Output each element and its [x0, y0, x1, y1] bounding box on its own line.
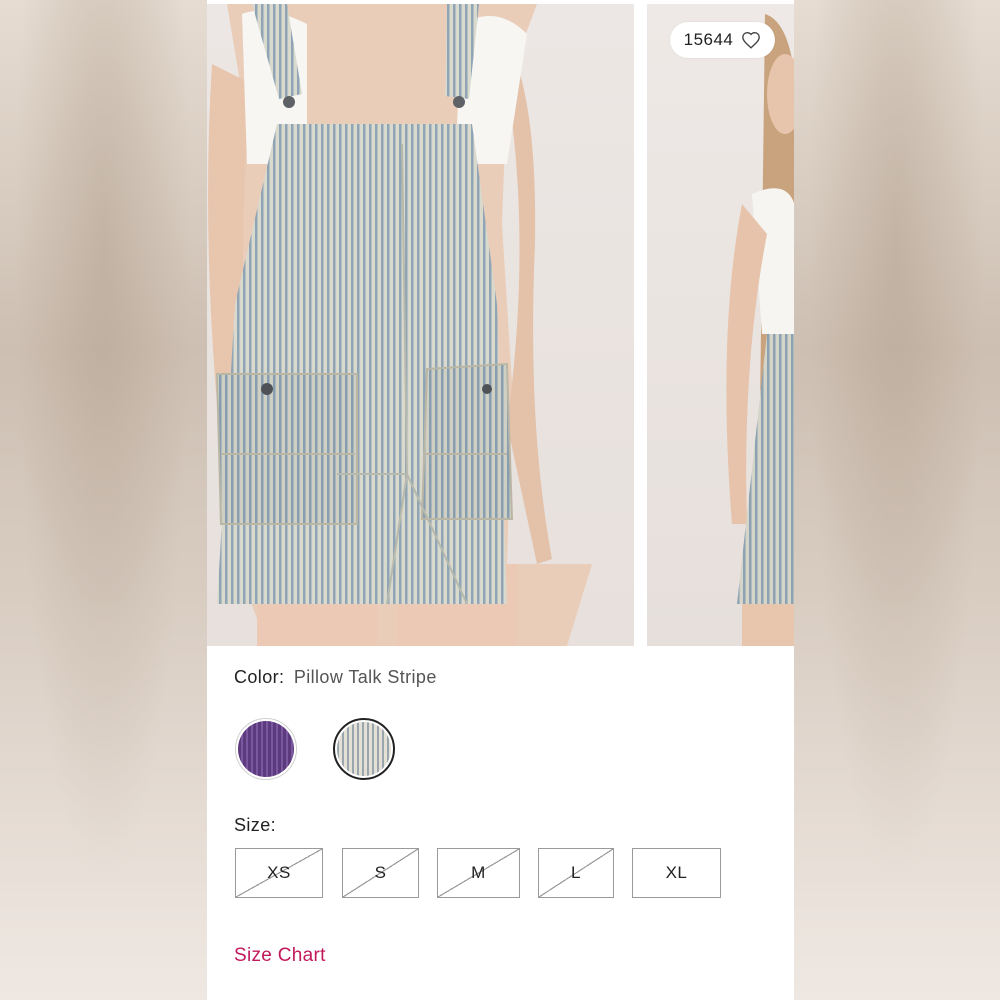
color-selector-label: Color: Pillow Talk Stripe — [234, 667, 437, 688]
color-swatch-pillow-talk-stripe[interactable] — [333, 718, 395, 780]
size-chart-link[interactable]: Size Chart — [234, 945, 326, 967]
blurred-background-left — [0, 0, 207, 1000]
size-option-label: M — [471, 863, 486, 882]
like-count: 15644 — [683, 30, 734, 49]
product-card: 15644 Color: Pillow Talk Stripe Size: XS… — [207, 0, 794, 1000]
size-option-label: XL — [665, 863, 688, 882]
product-image-side[interactable] — [647, 4, 794, 646]
color-swatch-purple[interactable] — [235, 718, 297, 780]
overall-dress-illustration — [208, 4, 592, 646]
swatch-fill — [337, 722, 391, 776]
size-option-m[interactable]: M — [437, 848, 520, 898]
blurred-background-right — [793, 0, 1000, 1000]
size-label: Size: — [234, 815, 277, 835]
heart-icon — [742, 31, 761, 49]
like-button[interactable]: 15644 — [670, 22, 775, 58]
color-label: Color: — [234, 667, 285, 687]
size-option-l[interactable]: L — [538, 848, 614, 898]
selected-color-name: Pillow Talk Stripe — [293, 667, 437, 687]
swatch-fill — [238, 721, 294, 777]
size-option-label: S — [374, 863, 387, 882]
size-option-s[interactable]: S — [342, 848, 419, 898]
size-option-label: XS — [267, 863, 291, 882]
side-view-illustration — [726, 14, 794, 646]
product-image-front[interactable] — [207, 4, 634, 646]
size-option-xl[interactable]: XL — [632, 848, 721, 898]
size-option-label: L — [571, 863, 581, 882]
size-option-xs[interactable]: XS — [235, 848, 323, 898]
